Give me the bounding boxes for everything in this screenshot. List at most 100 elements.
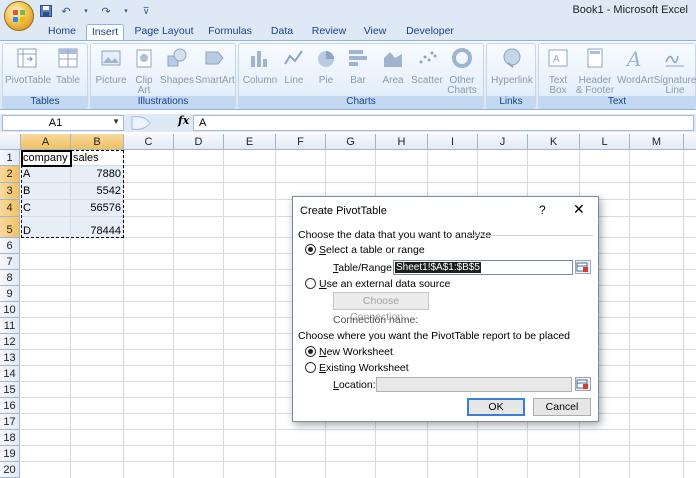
dialog-help-button[interactable]: ?	[539, 203, 546, 217]
tab-developer[interactable]: Developer	[402, 24, 458, 40]
pie-chart-button[interactable]: Pie	[311, 46, 341, 86]
formula-bar: A1 ▼ fx A	[0, 114, 696, 132]
column-header-f[interactable]: F	[276, 134, 326, 150]
column-header-m[interactable]: M	[630, 134, 684, 150]
signature-line-button[interactable]: Signature Line	[653, 46, 696, 96]
bar-chart-button[interactable]: Bar	[343, 46, 373, 86]
row-header[interactable]: 11	[0, 318, 20, 334]
column-header-c[interactable]: C	[124, 134, 174, 150]
tab-home[interactable]: Home	[40, 24, 84, 40]
tab-data[interactable]: Data	[264, 24, 300, 40]
group-links: Hyperlink Links	[486, 43, 536, 109]
other-charts-button[interactable]: Other Charts	[445, 46, 479, 96]
tab-view[interactable]: View	[358, 24, 392, 40]
tab-formulas[interactable]: Formulas	[204, 24, 256, 40]
table-range-label: Table/Range:	[333, 262, 395, 274]
text-box-label: Text Box	[548, 75, 568, 96]
column-header-g[interactable]: G	[326, 134, 376, 150]
row-header[interactable]: 7	[0, 254, 20, 270]
column-header-h[interactable]: H	[376, 134, 428, 150]
row-header[interactable]: 2	[0, 166, 20, 183]
column-header-d[interactable]: D	[174, 134, 224, 150]
other-charts-icon	[452, 48, 472, 68]
external-source-radio[interactable]	[305, 278, 316, 289]
column-header-j[interactable]: J	[478, 134, 528, 150]
select-all-corner[interactable]	[0, 134, 21, 150]
existing-worksheet-radio[interactable]	[305, 362, 316, 373]
row-header[interactable]: 5	[0, 217, 20, 238]
row-header[interactable]: 1	[0, 150, 20, 166]
tab-review[interactable]: Review	[308, 24, 350, 40]
location-input[interactable]	[376, 377, 572, 392]
line-chart-icon	[284, 50, 303, 65]
column-chart-button[interactable]: Column	[241, 46, 279, 86]
scatter-chart-button[interactable]: Scatter	[409, 46, 445, 86]
column-header-l[interactable]: L	[580, 134, 630, 150]
redo-dropdown-icon[interactable]: ▾	[118, 3, 134, 19]
hyperlink-icon	[503, 48, 521, 68]
row-header[interactable]: 20	[0, 462, 20, 478]
hyperlink-button[interactable]: Hyperlink	[489, 46, 535, 86]
clip-art-button[interactable]: Clip Art	[131, 46, 157, 96]
row-header[interactable]: 16	[0, 398, 20, 414]
line-chart-button[interactable]: Line	[279, 46, 309, 86]
row-header[interactable]: 19	[0, 446, 20, 462]
row-header[interactable]: 4	[0, 200, 20, 217]
row-header[interactable]: 14	[0, 366, 20, 382]
table-button[interactable]: Table	[51, 46, 85, 86]
header-footer-button[interactable]: Header & Footer	[575, 46, 615, 96]
insert-function-button[interactable]: fx	[178, 114, 189, 127]
smartart-button[interactable]: SmartArt	[195, 46, 235, 86]
customize-icon[interactable]: ⊽	[138, 3, 154, 19]
table-range-input[interactable]: Sheet1!$A$1:$B$5	[393, 260, 573, 275]
row-header[interactable]: 18	[0, 430, 20, 446]
external-source-label[interactable]: Use an external data source	[319, 278, 450, 290]
undo-dropdown-icon[interactable]: ▾	[78, 3, 94, 19]
select-table-range-label[interactable]: Select a table or range	[319, 244, 425, 256]
tab-page-layout[interactable]: Page Layout	[132, 24, 196, 40]
column-header-k[interactable]: K	[528, 134, 580, 150]
office-logo-icon	[13, 10, 25, 22]
pivottable-button[interactable]: PivotTable	[5, 46, 52, 86]
undo-icon[interactable]: ↶	[58, 3, 74, 19]
new-worksheet-label[interactable]: New Worksheet	[319, 346, 393, 358]
picture-button[interactable]: Picture	[93, 46, 129, 86]
office-button[interactable]	[4, 1, 34, 31]
pivottable-label: PivotTable	[5, 75, 52, 86]
ok-button[interactable]: OK	[467, 398, 525, 416]
dialog-close-button[interactable]: ✕	[573, 201, 585, 218]
save-icon[interactable]	[38, 3, 54, 19]
existing-worksheet-label[interactable]: Existing Worksheet	[319, 362, 409, 374]
column-header-e[interactable]: E	[224, 134, 276, 150]
shapes-button[interactable]: Shapes	[159, 46, 195, 86]
row-header[interactable]: 9	[0, 286, 20, 302]
name-box-dropdown-icon[interactable]: ▼	[112, 117, 120, 126]
row-header[interactable]: 13	[0, 350, 20, 366]
column-header-a[interactable]: A	[21, 134, 71, 150]
text-box-button[interactable]: A Text Box	[541, 46, 575, 96]
row-header[interactable]: 10	[0, 302, 20, 318]
area-chart-button[interactable]: Area	[377, 46, 409, 86]
row-header[interactable]: 6	[0, 238, 20, 254]
select-table-range-radio[interactable]	[305, 244, 316, 255]
row-header[interactable]: 15	[0, 382, 20, 398]
svg-text:A: A	[625, 47, 641, 70]
location-collapse-button[interactable]	[575, 377, 591, 391]
table-range-collapse-button[interactable]	[575, 260, 591, 274]
wordart-button[interactable]: A WordArt	[617, 46, 654, 86]
column-header-i[interactable]: I	[428, 134, 478, 150]
row-header[interactable]: 17	[0, 414, 20, 430]
column-header-n-partial[interactable]	[684, 134, 696, 150]
connection-name-label: Connection name:	[333, 314, 419, 326]
name-box[interactable]: A1 ▼	[2, 115, 124, 131]
column-header-b[interactable]: B	[71, 134, 124, 150]
choose-connection-button[interactable]: Choose Connection...	[333, 292, 429, 323]
new-worksheet-radio[interactable]	[305, 346, 316, 357]
row-header[interactable]: 3	[0, 183, 20, 200]
row-header[interactable]: 12	[0, 334, 20, 350]
tab-insert[interactable]: Insert	[86, 24, 124, 40]
formula-input[interactable]: A	[193, 115, 694, 131]
cancel-button[interactable]: Cancel	[533, 398, 591, 416]
redo-icon[interactable]: ↷	[98, 3, 114, 19]
row-header[interactable]: 8	[0, 270, 20, 286]
